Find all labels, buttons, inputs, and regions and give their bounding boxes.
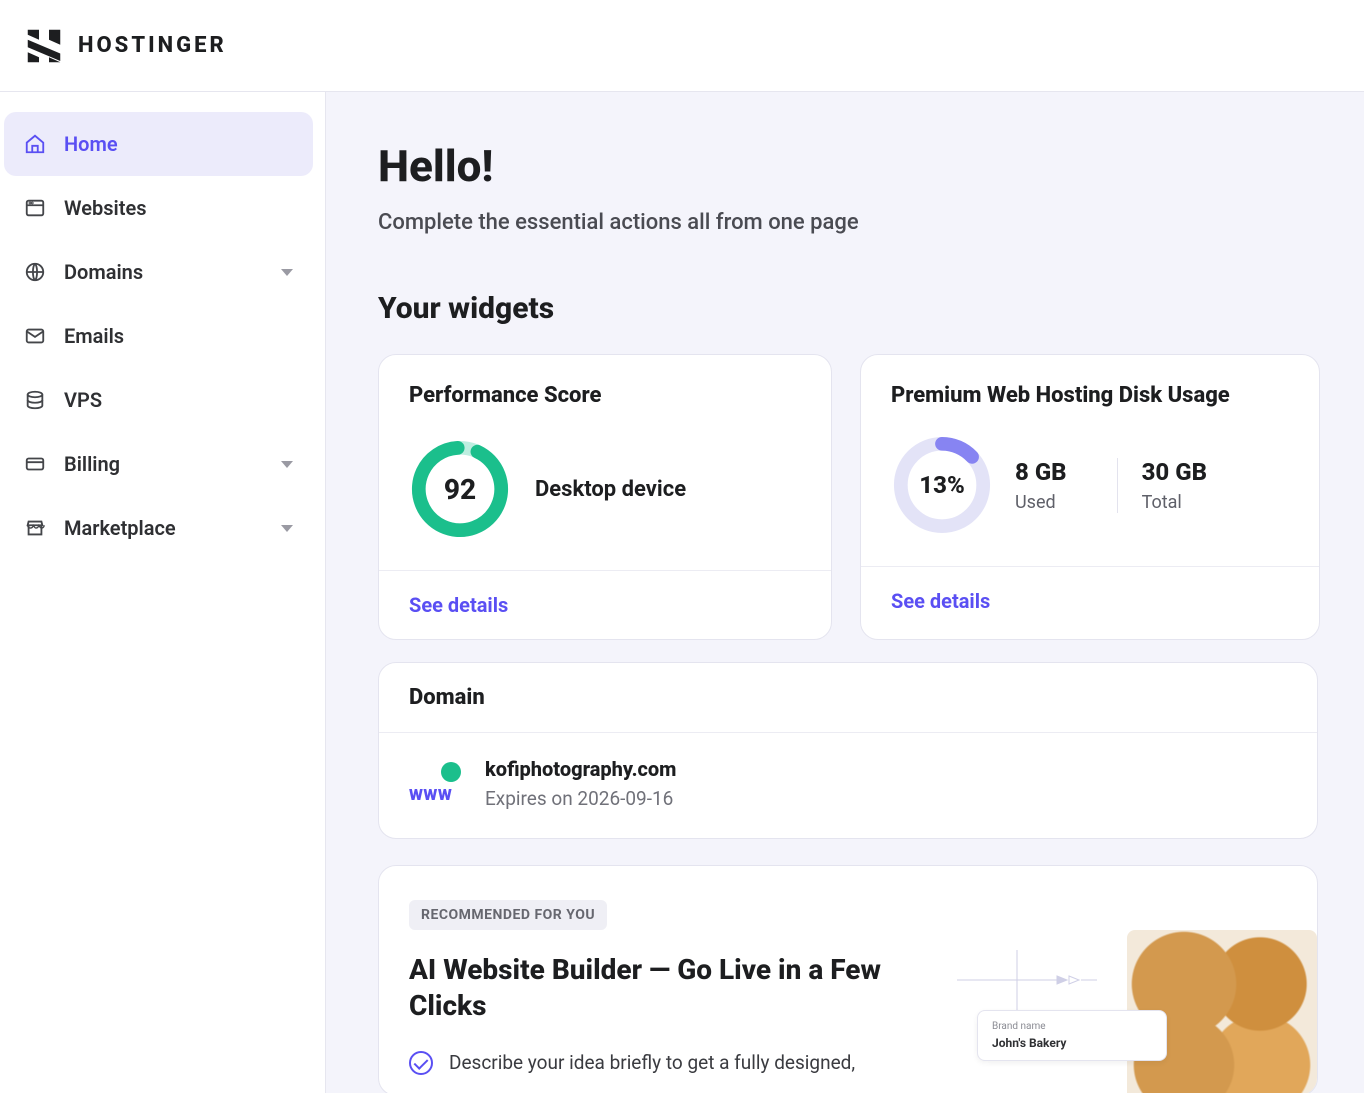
disk-used-value: 8 GB	[1015, 458, 1067, 486]
sidebar-item-billing[interactable]: Billing	[4, 432, 313, 496]
marketplace-icon	[24, 517, 46, 539]
domain-card: Domain WWW kofiphotography.com Expires o…	[378, 662, 1318, 839]
main-content: Hello! Complete the essential actions al…	[326, 92, 1364, 1093]
www-icon: WWW	[409, 764, 457, 804]
sidebar-item-label: Emails	[64, 324, 124, 348]
performance-device-label: Desktop device	[535, 477, 686, 502]
wireframe-lines-icon	[957, 940, 1097, 1020]
recommendation-bullet: Describe your idea briefly to get a full…	[409, 1051, 927, 1075]
chevron-down-icon	[281, 269, 293, 276]
disk-see-details-link[interactable]: See details	[891, 589, 990, 613]
disk-title: Premium Web Hosting Disk Usage	[891, 383, 1289, 408]
disk-used-label: Used	[1015, 492, 1067, 513]
page-title: Hello!	[378, 140, 1364, 192]
widgets-heading: Your widgets	[378, 291, 1364, 326]
performance-see-details-link[interactable]: See details	[409, 593, 508, 617]
brand-name: HOSTINGER	[78, 33, 227, 58]
brand-name-mini-card: Brand name John's Bakery	[977, 1010, 1167, 1061]
performance-card: Performance Score 92 Desktop device	[378, 354, 832, 640]
performance-score-value: 92	[409, 438, 511, 540]
performance-gauge: 92	[409, 438, 511, 540]
brand-logo[interactable]: HOSTINGER	[24, 26, 227, 66]
disk-percent-value: 13%	[891, 434, 993, 536]
disk-total-label: Total	[1142, 492, 1207, 513]
sidebar: Home Websites Domains Emails VPS	[0, 92, 326, 1093]
recommendation-tag: RECOMMENDED FOR YOU	[409, 900, 607, 930]
billing-icon	[24, 453, 46, 475]
page-subtitle: Complete the essential actions all from …	[378, 210, 1364, 235]
domain-expires: Expires on 2026-09-16	[485, 787, 676, 810]
recommendation-title: AI Website Builder — Go Live in a Few Cl…	[409, 952, 927, 1025]
status-dot-active-icon	[441, 762, 461, 782]
home-icon	[24, 133, 46, 155]
hostinger-logo-icon	[24, 26, 64, 66]
disk-total-value: 30 GB	[1142, 458, 1207, 486]
check-circle-icon	[409, 1051, 433, 1075]
websites-icon	[24, 197, 46, 219]
domains-icon	[24, 261, 46, 283]
sidebar-item-label: Billing	[64, 452, 120, 476]
sidebar-item-label: Websites	[64, 196, 147, 220]
sidebar-item-label: Domains	[64, 260, 143, 284]
recommendation-card: RECOMMENDED FOR YOU AI Website Builder —…	[378, 865, 1318, 1093]
performance-title: Performance Score	[409, 383, 801, 408]
disk-gauge: 13%	[891, 434, 993, 536]
sidebar-item-domains[interactable]: Domains	[4, 240, 313, 304]
widgets-row: Performance Score 92 Desktop device	[378, 354, 1364, 640]
sidebar-item-vps[interactable]: VPS	[4, 368, 313, 432]
chevron-down-icon	[281, 461, 293, 468]
vps-icon	[24, 389, 46, 411]
sidebar-item-marketplace[interactable]: Marketplace	[4, 496, 313, 560]
emails-icon	[24, 325, 46, 347]
sidebar-item-label: Marketplace	[64, 516, 176, 540]
disk-usage-card: Premium Web Hosting Disk Usage 13% 8 GB …	[860, 354, 1320, 640]
brand-name-label: Brand name	[992, 1021, 1152, 1032]
recommendation-bullet-text: Describe your idea briefly to get a full…	[449, 1051, 855, 1074]
sidebar-item-emails[interactable]: Emails	[4, 304, 313, 368]
brand-name-value: John's Bakery	[992, 1036, 1152, 1050]
sidebar-item-label: VPS	[64, 388, 102, 412]
recommendation-illustration: Brand name John's Bakery	[967, 900, 1287, 1075]
domain-name: kofiphotography.com	[485, 757, 676, 781]
sidebar-item-label: Home	[64, 132, 118, 156]
sidebar-item-home[interactable]: Home	[4, 112, 313, 176]
topbar: HOSTINGER	[0, 0, 1364, 92]
domain-section-title: Domain	[379, 663, 1317, 733]
sidebar-item-websites[interactable]: Websites	[4, 176, 313, 240]
chevron-down-icon	[281, 525, 293, 532]
